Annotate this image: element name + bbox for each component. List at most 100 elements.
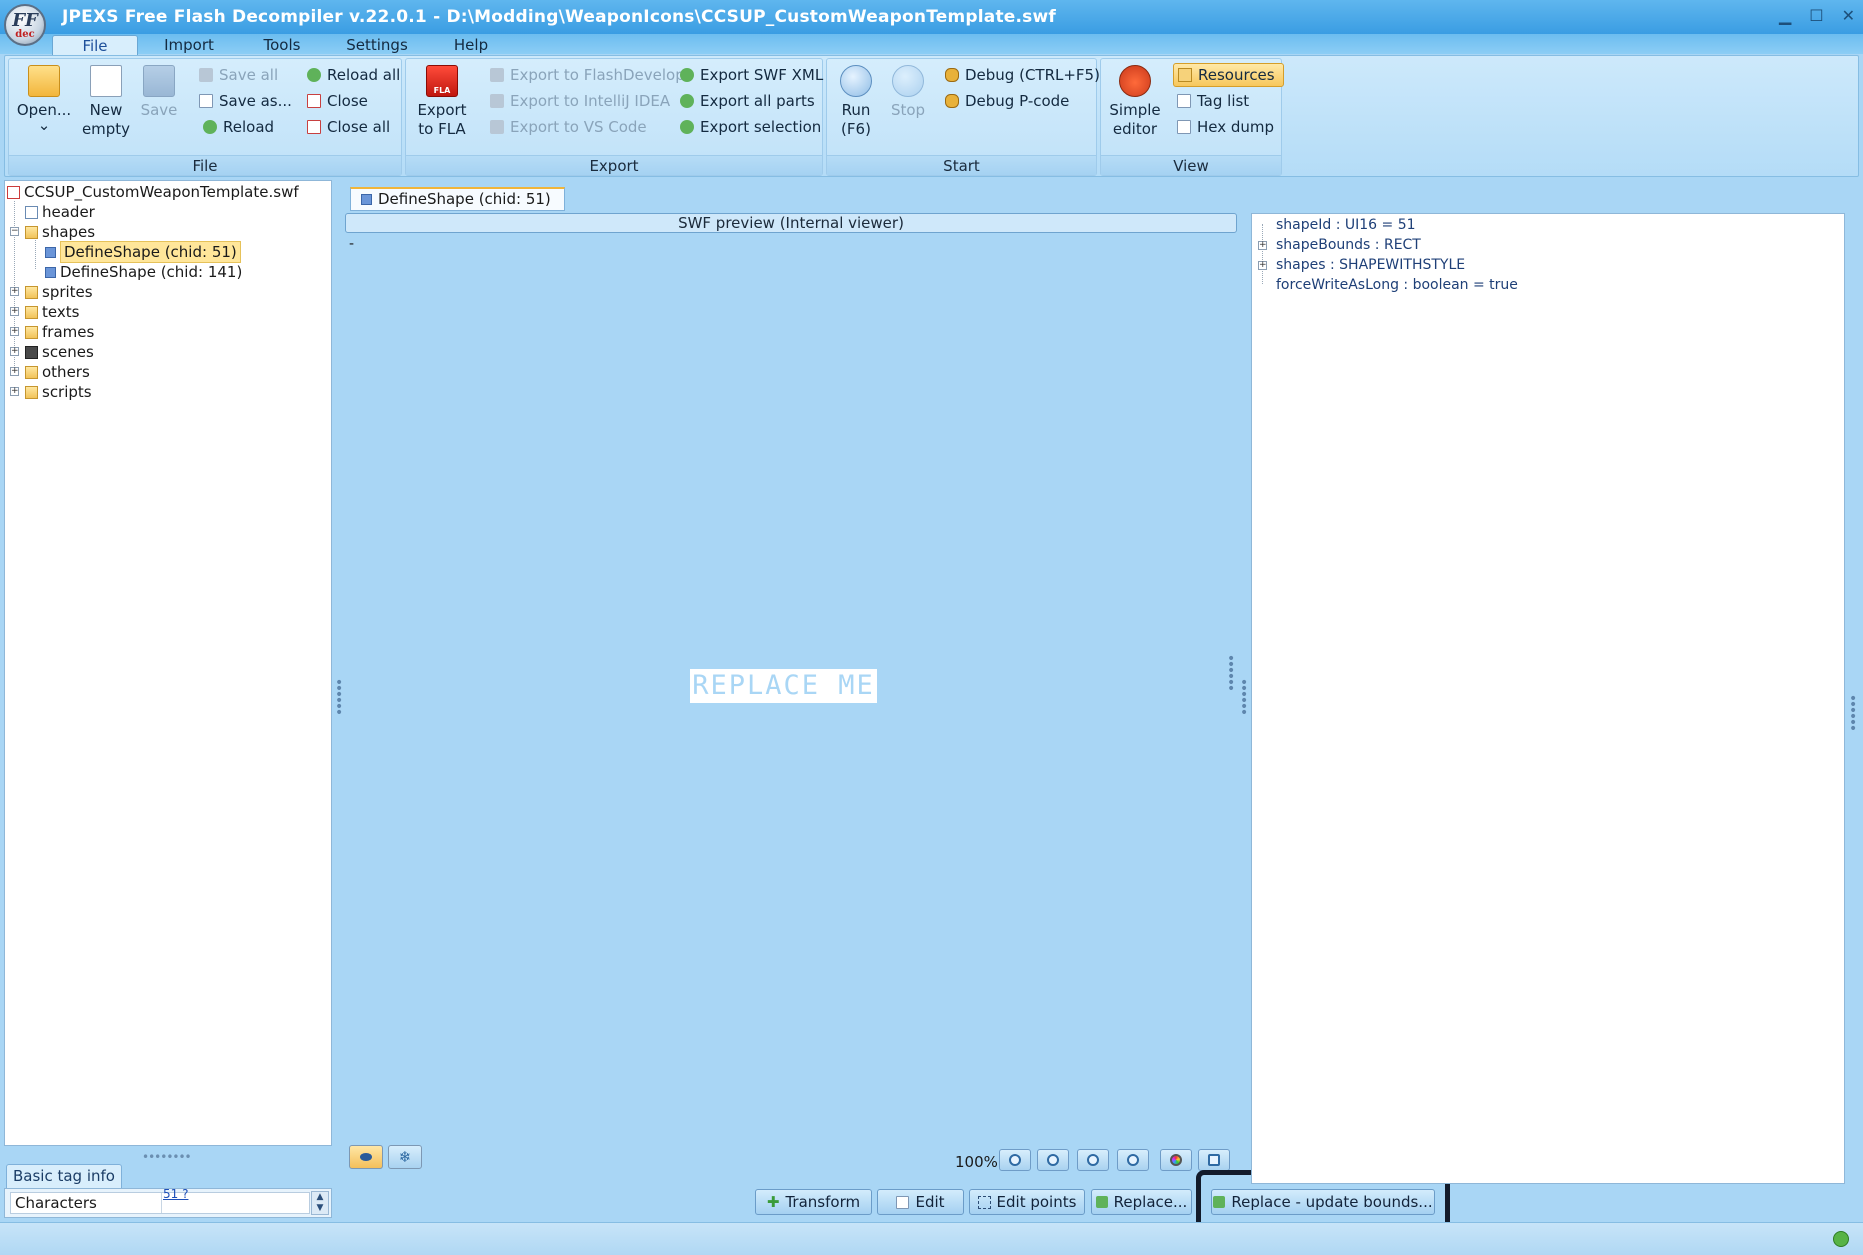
prop-shapes[interactable]: shapes : SHAPEWITHSTYLE xyxy=(1276,255,1465,275)
tree-expander-scenes[interactable]: + xyxy=(10,347,19,356)
app-logo-text: FF xyxy=(12,10,38,31)
tree-expander-scripts[interactable]: + xyxy=(10,387,19,396)
basic-tag-info-panel: Characters 51 ? ▲ ▼ xyxy=(4,1187,332,1218)
document-tab-shape-51[interactable]: DefineShape (chid: 51) xyxy=(350,187,565,211)
save-as-button[interactable]: Save as... xyxy=(199,89,292,113)
resources-button[interactable]: Resources xyxy=(1173,63,1284,87)
close-window-button[interactable]: ✕ xyxy=(1842,6,1855,25)
tree-node-shapes[interactable]: shapes xyxy=(25,222,95,242)
menu-tab-import[interactable]: Import xyxy=(160,35,218,56)
preview-dash: - xyxy=(349,236,355,252)
tree-node-texts[interactable]: texts xyxy=(25,302,79,322)
tree-node-others[interactable]: others xyxy=(25,362,90,382)
replace-button[interactable]: Replace... xyxy=(1091,1189,1192,1215)
app-logo[interactable]: FF dec xyxy=(4,4,46,46)
zoom-actual-icon xyxy=(1087,1154,1099,1166)
export-to-fla-button[interactable]: FLA Export to FLA xyxy=(412,65,472,139)
right-splitter-handle[interactable]: • • • • • • xyxy=(1849,692,1857,736)
tree-label-root: CCSUP_CustomWeaponTemplate.swf xyxy=(24,183,299,201)
freeze-toggle[interactable]: ❄ xyxy=(388,1145,422,1169)
export-vscode-button[interactable]: Export to VS Code xyxy=(490,115,647,139)
minimize-button[interactable]: ▁ xyxy=(1779,6,1791,25)
export-flashdevelop-label: Export to FlashDevelop xyxy=(510,66,685,84)
characters-label: Characters xyxy=(15,1194,97,1212)
scripts-folder-icon xyxy=(25,385,38,399)
tree-node-header[interactable]: header xyxy=(25,202,95,222)
tree-node-scripts[interactable]: scripts xyxy=(25,382,92,402)
debug-pcode-button[interactable]: Debug P-code xyxy=(945,89,1069,113)
export-swf-xml-button[interactable]: Export SWF XML xyxy=(680,63,823,87)
characters-value-link[interactable]: 51 ? xyxy=(163,1184,188,1204)
hex-dump-label: Hex dump xyxy=(1197,118,1275,136)
edit-points-button[interactable]: Edit points xyxy=(969,1189,1085,1215)
tree-label-shapes: shapes xyxy=(42,223,96,241)
status-bar xyxy=(0,1222,1863,1255)
left-splitter-handle[interactable]: • • • • • • xyxy=(335,676,343,720)
zoom-out-button[interactable] xyxy=(1037,1149,1069,1171)
tree-label-shape-51: DefineShape (chid: 51) xyxy=(60,241,241,263)
export-selection-button[interactable]: Export selection xyxy=(680,115,821,139)
prop-force-write-as-long[interactable]: forceWriteAsLong : boolean = true xyxy=(1276,275,1518,295)
shapes-folder-icon xyxy=(25,225,38,239)
shape-icon xyxy=(45,266,56,278)
simple-editor-button[interactable]: Simple editor xyxy=(1107,65,1163,139)
zoom-fit-button[interactable] xyxy=(1117,1149,1149,1171)
panel-splitter-handle[interactable]: •••••••• xyxy=(142,1150,192,1164)
zoom-in-button[interactable] xyxy=(999,1149,1031,1171)
edit-button[interactable]: Edit xyxy=(877,1189,964,1215)
close-button[interactable]: Close xyxy=(307,89,368,113)
basic-info-scrollbar[interactable]: ▲ ▼ xyxy=(311,1191,329,1215)
save-all-button[interactable]: Save all xyxy=(199,63,278,87)
menu-tab-help[interactable]: Help xyxy=(450,35,492,56)
menu-tab-file[interactable]: File xyxy=(52,35,138,56)
camera-icon xyxy=(1208,1154,1220,1166)
stop-button[interactable]: Stop xyxy=(885,65,931,120)
maximize-button[interactable]: ☐ xyxy=(1809,6,1823,25)
prop-shape-id[interactable]: shapeId : UI16 = 51 xyxy=(1276,215,1416,235)
save-as-icon xyxy=(199,94,213,108)
center-splitter-handle[interactable]: • • • • • • xyxy=(1227,652,1235,696)
export-flashdevelop-button[interactable]: Export to FlashDevelop xyxy=(490,63,685,87)
transform-button[interactable]: ✚ Transform xyxy=(755,1189,872,1215)
tag-list-button[interactable]: Tag list xyxy=(1177,89,1249,113)
snapshot-button[interactable] xyxy=(1198,1149,1230,1171)
show-preview-toggle[interactable] xyxy=(349,1145,383,1169)
reload-all-button[interactable]: Reload all xyxy=(307,63,400,87)
hex-dump-button[interactable]: Hex dump xyxy=(1177,115,1274,139)
zoom-actual-button[interactable] xyxy=(1077,1149,1109,1171)
export-all-icon xyxy=(680,94,694,108)
debug-label: Debug (CTRL+F5) xyxy=(965,66,1100,84)
tree-expander-sprites[interactable]: + xyxy=(10,287,19,296)
debug-button[interactable]: Debug (CTRL+F5) xyxy=(945,63,1100,87)
export-intellij-button[interactable]: Export to IntelliJ IDEA xyxy=(490,89,670,113)
close-all-button[interactable]: Close all xyxy=(307,115,390,139)
tree-expander-texts[interactable]: + xyxy=(10,307,19,316)
open-button[interactable]: Open... ⌄ xyxy=(15,65,73,133)
prop-shape-bounds[interactable]: shapeBounds : RECT xyxy=(1276,235,1421,255)
tree-node-sprites[interactable]: sprites xyxy=(25,282,93,302)
tree-label-others: others xyxy=(42,363,90,381)
tree-node-scenes[interactable]: scenes xyxy=(25,342,94,362)
save-button[interactable]: Save xyxy=(137,65,181,120)
tree-node-shape-51[interactable]: DefineShape (chid: 51) xyxy=(45,241,241,263)
run-label-line2: (F6) xyxy=(841,120,871,138)
background-color-button[interactable] xyxy=(1160,1149,1192,1171)
tree-node-shape-141[interactable]: DefineShape (chid: 141) xyxy=(45,262,242,282)
reload-icon xyxy=(203,120,217,134)
tree-node-frames[interactable]: frames xyxy=(25,322,94,342)
basic-tag-info-tab[interactable]: Basic tag info xyxy=(6,1164,122,1188)
prop-expander-shapes[interactable]: + xyxy=(1258,261,1267,270)
prop-expander-shape-bounds[interactable]: + xyxy=(1258,241,1267,250)
menu-tab-settings[interactable]: Settings xyxy=(344,35,410,56)
tree-node-root[interactable]: CCSUP_CustomWeaponTemplate.swf xyxy=(7,182,299,202)
reload-button[interactable]: Reload xyxy=(203,115,274,139)
tree-expander-shapes[interactable]: − xyxy=(10,227,19,236)
menu-tab-tools[interactable]: Tools xyxy=(256,35,308,56)
document-tab-label: DefineShape (chid: 51) xyxy=(378,190,551,208)
new-empty-button[interactable]: New empty xyxy=(81,65,131,139)
run-button[interactable]: Run (F6) xyxy=(833,65,879,139)
export-all-parts-button[interactable]: Export all parts xyxy=(680,89,815,113)
tree-expander-frames[interactable]: + xyxy=(10,327,19,336)
center-splitter-handle-2[interactable]: • • • • • • xyxy=(1240,676,1248,720)
tree-expander-others[interactable]: + xyxy=(10,367,19,376)
